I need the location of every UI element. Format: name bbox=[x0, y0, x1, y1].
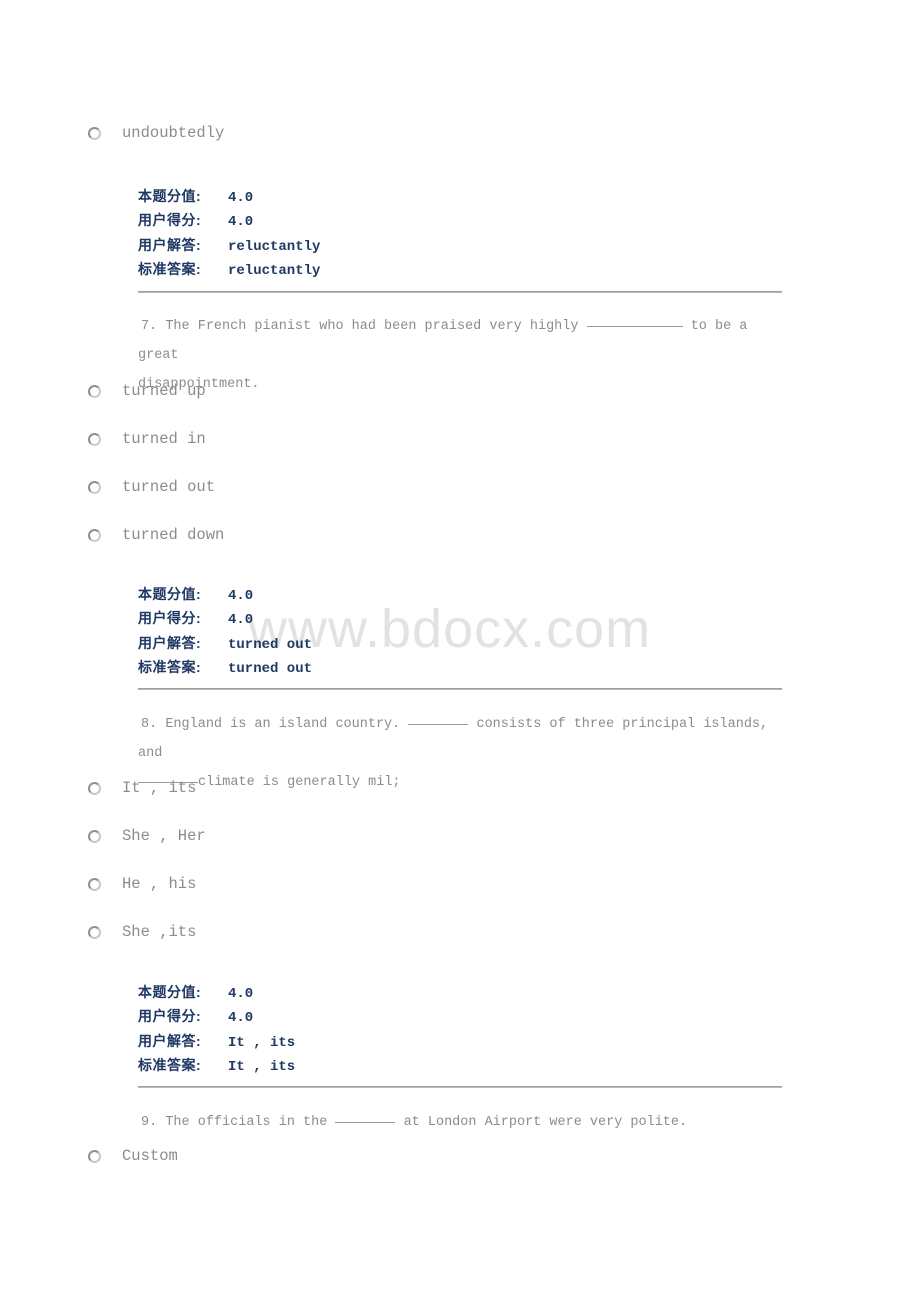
option-row-q8-3[interactable]: He , his bbox=[88, 875, 196, 894]
radio-button-icon[interactable] bbox=[88, 878, 101, 891]
question-text: The officials in the bbox=[165, 1115, 328, 1130]
answer-value-user-score: 4.0 bbox=[228, 214, 254, 231]
question-number: 9. bbox=[141, 1115, 158, 1130]
answer-blank bbox=[335, 1122, 396, 1123]
radio-button-icon[interactable] bbox=[88, 830, 101, 843]
question-number: 7. bbox=[141, 319, 158, 334]
answer-key-user-score: 用户得分: bbox=[138, 1008, 202, 1025]
option-label: He , his bbox=[122, 875, 197, 893]
answer-line-user-score: 用户得分: 4.0 bbox=[138, 1006, 295, 1030]
option-row-q8-2[interactable]: She , Her bbox=[88, 827, 206, 846]
answer-line-standard-answer: 标准答案: reluctantly bbox=[138, 259, 320, 283]
question-text-line2: climate is generally mil; bbox=[198, 775, 401, 790]
option-label: She ,its bbox=[122, 923, 197, 941]
option-label: turned in bbox=[122, 430, 206, 448]
answer-line-standard-answer: 标准答案: It , its bbox=[138, 1055, 295, 1079]
answer-line-user-answer: 用户解答: reluctantly bbox=[138, 235, 320, 259]
question-stem-q7: 7. The French pianist who had been prais… bbox=[138, 312, 786, 399]
option-label: It , its bbox=[122, 779, 197, 797]
option-row-q7-4[interactable]: turned down bbox=[88, 526, 224, 545]
radio-button-icon[interactable] bbox=[88, 926, 101, 939]
option-label: Custom bbox=[122, 1147, 178, 1165]
option-row-q7-3[interactable]: turned out bbox=[88, 478, 215, 497]
answer-key-user-score: 用户得分: bbox=[138, 212, 202, 229]
option-label: turned out bbox=[122, 478, 216, 496]
answer-value-user-answer: It , its bbox=[228, 1034, 296, 1051]
answer-value-standard-answer: reluctantly bbox=[228, 262, 321, 279]
answer-line-user-answer: 用户解答: It , its bbox=[138, 1031, 295, 1055]
question-text-cont: at London Airport were very polite. bbox=[403, 1115, 688, 1130]
answer-key-user-answer: 用户解答: bbox=[138, 634, 202, 651]
radio-button-icon[interactable] bbox=[88, 782, 101, 795]
section-divider bbox=[138, 1086, 782, 1088]
radio-button-icon[interactable] bbox=[88, 529, 101, 542]
answer-line-standard-answer: 标准答案: turned out bbox=[138, 657, 312, 681]
question-stem-q9: 9. The officials in the at London Airpor… bbox=[138, 1108, 786, 1137]
radio-button-icon[interactable] bbox=[88, 433, 101, 446]
question-text: England is an island country. bbox=[165, 717, 401, 732]
answer-line-user-score: 用户得分: 4.0 bbox=[138, 210, 320, 234]
answer-key-standard-answer: 标准答案: bbox=[138, 260, 202, 277]
answer-value-user-score: 4.0 bbox=[228, 1010, 254, 1027]
answer-key-standard-answer: 标准答案: bbox=[138, 658, 202, 675]
option-label: turned up bbox=[122, 382, 206, 400]
answer-line-user-score: 用户得分: 4.0 bbox=[138, 608, 312, 632]
answer-line-score: 本题分值: 4.0 bbox=[138, 982, 295, 1006]
option-row-q9-1[interactable]: Custom bbox=[88, 1147, 178, 1166]
answer-key-user-answer: 用户解答: bbox=[138, 1032, 202, 1049]
option-label: turned down bbox=[122, 526, 225, 544]
option-row-q7-2[interactable]: turned in bbox=[88, 430, 206, 449]
section-divider bbox=[138, 688, 782, 690]
answer-block-q6: 本题分值: 4.0 用户得分: 4.0 用户解答: reluctantly 标准… bbox=[138, 186, 320, 283]
answer-block-q8: 本题分值: 4.0 用户得分: 4.0 用户解答: It , its 标准答案:… bbox=[138, 982, 295, 1079]
answer-block-q7: 本题分值: 4.0 用户得分: 4.0 用户解答: turned out 标准答… bbox=[138, 584, 312, 681]
option-row-q7-1[interactable]: turned up bbox=[88, 382, 206, 401]
radio-button-icon[interactable] bbox=[88, 481, 101, 494]
option-row-q6-undoubtedly[interactable]: undoubtedly bbox=[88, 124, 224, 143]
exam-review-page: undoubtedly 本题分值: 4.0 用户得分: 4.0 用户解答: re… bbox=[0, 0, 920, 1302]
section-divider bbox=[138, 291, 782, 293]
answer-value-user-answer: turned out bbox=[228, 636, 313, 653]
answer-key-standard-answer: 标准答案: bbox=[138, 1056, 202, 1073]
question-number: 8. bbox=[141, 717, 158, 732]
answer-value-standard-answer: It , its bbox=[228, 1058, 296, 1075]
radio-button-icon[interactable] bbox=[88, 1150, 101, 1163]
answer-blank bbox=[586, 326, 683, 327]
answer-value-score: 4.0 bbox=[228, 986, 254, 1002]
option-row-q8-4[interactable]: She ,its bbox=[88, 923, 196, 942]
answer-key-user-answer: 用户解答: bbox=[138, 236, 202, 253]
question-stem-q8: 8. England is an island country. consist… bbox=[138, 710, 786, 797]
answer-key-user-score: 用户得分: bbox=[138, 610, 202, 627]
answer-value-standard-answer: turned out bbox=[228, 660, 313, 677]
answer-value-user-score: 4.0 bbox=[228, 612, 254, 629]
answer-value-user-answer: reluctantly bbox=[228, 238, 321, 255]
answer-line-score: 本题分值: 4.0 bbox=[138, 186, 320, 210]
answer-key-score: 本题分值: bbox=[138, 984, 202, 1000]
answer-value-score: 4.0 bbox=[228, 190, 254, 206]
answer-value-score: 4.0 bbox=[228, 588, 254, 604]
radio-button-icon[interactable] bbox=[88, 385, 101, 398]
option-label: She , Her bbox=[122, 827, 206, 845]
option-row-q8-1[interactable]: It , its bbox=[88, 779, 196, 798]
answer-key-score: 本题分值: bbox=[138, 586, 202, 602]
answer-blank bbox=[408, 724, 469, 725]
radio-button-icon[interactable] bbox=[88, 127, 101, 140]
answer-key-score: 本题分值: bbox=[138, 188, 202, 204]
answer-line-user-answer: 用户解答: turned out bbox=[138, 633, 312, 657]
answer-line-score: 本题分值: 4.0 bbox=[138, 584, 312, 608]
option-label: undoubtedly bbox=[122, 124, 225, 142]
question-text: The French pianist who had been praised … bbox=[165, 319, 579, 334]
